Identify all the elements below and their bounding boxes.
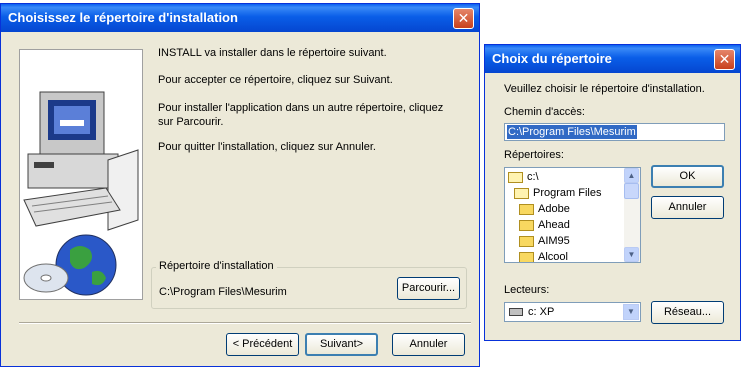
install-dialog: Choisissez le répertoire d'installation … [0, 3, 480, 367]
list-item[interactable]: Alcool [519, 249, 568, 263]
ok-button[interactable]: OK [651, 165, 724, 188]
list-item[interactable]: Ahead [519, 217, 570, 233]
drive-icon [509, 308, 523, 316]
install-dir-group-label: Répertoire d'installation [156, 260, 277, 272]
separator [19, 322, 471, 324]
drive-value: c: XP [528, 306, 555, 318]
scroll-up-icon[interactable]: ▲ [624, 168, 639, 183]
computer-illustration [23, 91, 139, 296]
list-item[interactable]: Program Files [514, 185, 601, 201]
folder-icon [519, 203, 534, 215]
dir-name: AIM95 [538, 235, 570, 247]
info-line-4: Pour quitter l'installation, cliquez sur… [158, 141, 376, 153]
list-item[interactable]: AIM95 [519, 233, 570, 249]
dir-name: Adobe [538, 203, 570, 215]
install-dialog-title: Choisissez le répertoire d'installation [8, 10, 238, 25]
folder-icon [519, 219, 534, 231]
dir-name: Alcool [538, 251, 568, 263]
back-button[interactable]: < Précédent [226, 333, 299, 356]
info-line-3: Pour installer l'application dans un aut… [158, 102, 444, 128]
scrollbar[interactable]: ▲ ▼ [624, 168, 640, 262]
list-item[interactable]: Adobe [519, 201, 570, 217]
path-input[interactable]: C:\Program Files\Mesurim [504, 123, 725, 141]
directory-dialog-titlebar[interactable]: Choix du répertoire ✕ [485, 45, 740, 73]
directory-instruction: Veuillez choisir le répertoire d'install… [504, 83, 705, 95]
folder-icon [519, 235, 534, 247]
info-line-2: Pour accepter ce répertoire, cliquez sur… [158, 74, 393, 86]
list-item[interactable]: c:\ [508, 169, 539, 185]
info-line-1: INSTALL va installer dans le répertoire … [158, 47, 387, 59]
cancel-button[interactable]: Annuler [392, 333, 465, 356]
scroll-down-icon[interactable]: ▼ [624, 247, 639, 262]
next-button[interactable]: Suivant> [305, 333, 378, 356]
dir-name: Ahead [538, 219, 570, 231]
illustration-panel [19, 49, 143, 300]
directory-dialog-title: Choix du répertoire [492, 51, 612, 66]
path-label: Chemin d'accès: [504, 106, 585, 118]
chevron-down-icon[interactable]: ▼ [623, 304, 639, 320]
directory-dialog: Choix du répertoire ✕ Veuillez choisir l… [484, 44, 741, 341]
annuler-button[interactable]: Annuler [651, 196, 724, 219]
open-folder-icon [514, 187, 529, 199]
open-folder-icon [508, 171, 523, 183]
network-button[interactable]: Réseau... [651, 301, 724, 324]
install-path-value: C:\Program Files\Mesurim [159, 286, 287, 298]
close-icon[interactable]: ✕ [714, 49, 735, 70]
scroll-thumb[interactable] [624, 183, 639, 199]
drive-select[interactable]: c: XP ▼ [504, 302, 641, 322]
dir-name: Program Files [533, 187, 602, 199]
directories-label: Répertoires: [504, 149, 564, 161]
drives-label: Lecteurs: [504, 284, 550, 296]
path-input-value: C:\Program Files\Mesurim [507, 125, 637, 139]
dir-name: c:\ [527, 171, 539, 183]
install-dialog-titlebar[interactable]: Choisissez le répertoire d'installation … [1, 4, 479, 32]
close-icon[interactable]: ✕ [453, 8, 474, 29]
browse-button[interactable]: Parcourir... [397, 277, 460, 300]
directories-list[interactable]: c:\ Program Files Adobe Ahead AIM95 Alco… [504, 167, 641, 263]
folder-icon [519, 251, 534, 262]
